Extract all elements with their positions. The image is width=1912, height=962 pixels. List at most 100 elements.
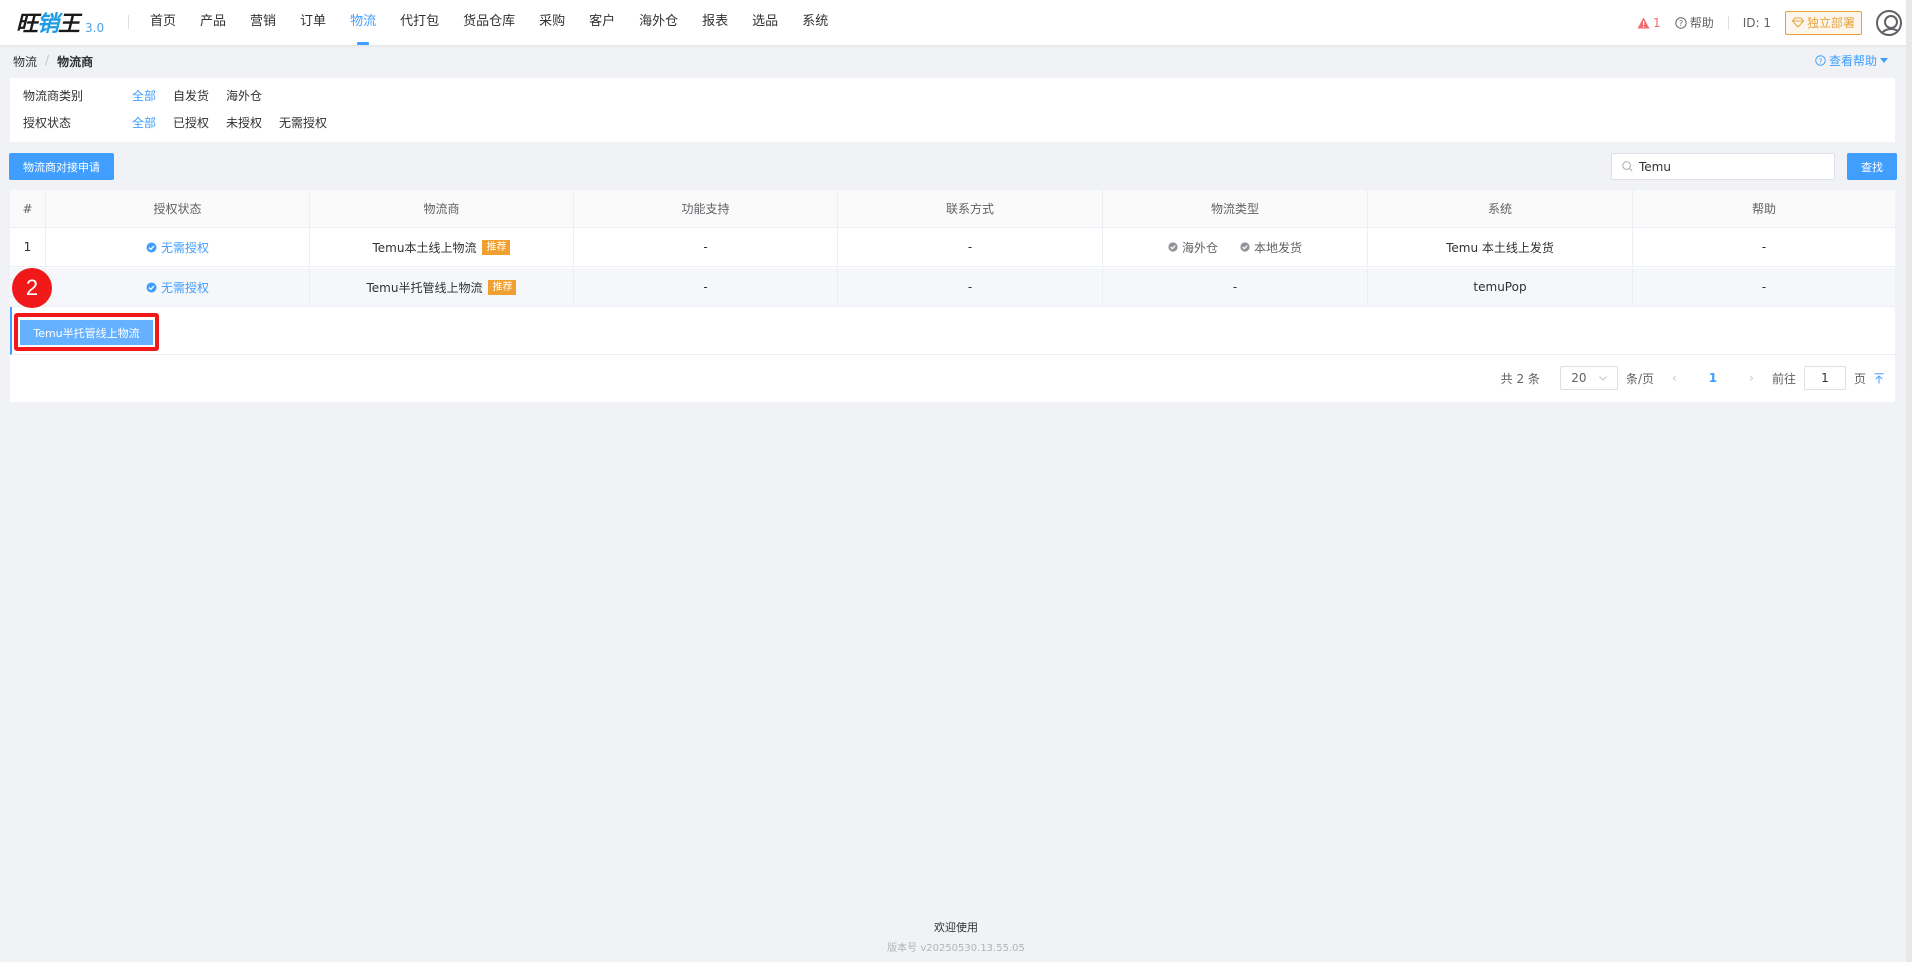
filter-row-category: 物流商类别 全部 自发货 海外仓 <box>23 87 279 104</box>
auth-status-label: 无需授权 <box>160 240 209 255</box>
provider-cell: Temu本土线上物流 推荐 <box>310 228 574 266</box>
breadcrumb: 物流 / 物流商 <box>13 53 93 70</box>
deploy-label: 独立部署 <box>1806 16 1855 30</box>
provider-cell: Temu半托管线上物流 推荐 <box>310 268 574 306</box>
page-number-current[interactable]: 1 <box>1695 371 1731 385</box>
breadcrumb-separator: / <box>45 53 50 67</box>
question-circle-icon: ? <box>1815 55 1826 66</box>
page-size-select[interactable]: 20 <box>1559 366 1618 390</box>
check-circle-icon <box>146 282 157 292</box>
user-avatar-icon[interactable] <box>1876 9 1902 36</box>
help-cell: - <box>1761 280 1767 294</box>
goto-label: 前往 <box>1771 371 1796 386</box>
nav-item-warehouse[interactable]: 货品仓库 <box>451 0 527 45</box>
nav-item-system[interactable]: 系统 <box>790 0 840 45</box>
svg-text:?: ? <box>1819 56 1823 65</box>
app-logo[interactable]: 旺销王 3.0 <box>16 8 104 38</box>
breadcrumb-current: 物流商 <box>57 55 94 69</box>
system-cell: Temu 本土线上发货 <box>1368 228 1633 266</box>
per-page-label: 条/页 <box>1625 371 1654 386</box>
filter-option-all[interactable]: 全部 <box>132 87 156 104</box>
filter-option-overseas[interactable]: 海外仓 <box>226 87 262 104</box>
top-navbar: 旺销王 3.0 首页 产品 营销 订单 物流 代打包 货品仓库 采购 客户 海外… <box>0 0 1912 45</box>
page-help-link[interactable]: ? 查看帮助 <box>1815 52 1888 69</box>
recommend-badge: 推荐 <box>482 239 511 255</box>
apply-integration-button[interactable]: 物流商对接申请 <box>9 153 114 180</box>
filter-option-self-ship[interactable]: 自发货 <box>173 87 209 104</box>
nav-item-products[interactable]: 产品 <box>188 0 238 45</box>
total-count: 共 2 条 <box>1500 371 1540 386</box>
system-cell: temuPop <box>1368 268 1633 306</box>
nav-item-overseas[interactable]: 海外仓 <box>627 0 690 45</box>
nav-item-purchase[interactable]: 采购 <box>527 0 577 45</box>
user-id: ID: 1 <box>1742 15 1771 30</box>
deploy-button[interactable]: 独立部署 <box>1784 10 1862 35</box>
type-local: 本地发货 <box>1240 239 1302 256</box>
help-cell: - <box>1761 240 1767 254</box>
caret-down-icon <box>1880 57 1888 63</box>
alert-count: 1 <box>1653 15 1661 30</box>
search-input[interactable] <box>1639 159 1819 174</box>
filter-panel: 物流商类别 全部 自发货 海外仓 授权状态 全部 已授权 未授权 无需授权 <box>10 78 1895 142</box>
search-input-wrapper[interactable] <box>1611 153 1835 180</box>
warning-icon <box>1637 17 1650 28</box>
auth-cell: 无需授权 <box>46 228 310 266</box>
nav-item-marketing[interactable]: 营销 <box>238 0 288 45</box>
auth-status[interactable]: 无需授权 <box>146 239 209 256</box>
row-index: 1 <box>10 228 46 266</box>
table-row[interactable]: 2 无需授权 Temu半托管线上物流 推荐 - - - temuPop - <box>10 268 1895 307</box>
back-to-top-icon[interactable] <box>1874 372 1884 384</box>
column-header-index: # <box>10 190 46 227</box>
filter-option-all[interactable]: 全部 <box>132 114 156 131</box>
auth-status[interactable]: 无需授权 <box>146 279 209 296</box>
check-circle-icon <box>146 242 157 252</box>
nav-item-home[interactable]: 首页 <box>138 0 188 45</box>
check-circle-icon <box>1240 242 1250 252</box>
nav-item-packing[interactable]: 代打包 <box>388 0 451 45</box>
column-header-help: 帮助 <box>1751 202 1776 216</box>
filter-row-auth: 授权状态 全部 已授权 未授权 无需授权 <box>23 114 344 131</box>
nav-item-reports[interactable]: 报表 <box>690 0 740 45</box>
next-page-icon[interactable]: › <box>1739 371 1764 385</box>
row-expand-panel <box>10 307 1895 355</box>
check-circle-icon <box>1168 242 1178 252</box>
provider-expand-button[interactable]: Temu半托管线上物流 <box>20 320 153 345</box>
step-number-badge: 2 <box>12 268 52 308</box>
prev-page-icon[interactable]: ‹ <box>1662 371 1687 385</box>
nav-item-logistics[interactable]: 物流 <box>338 0 388 45</box>
logo-text: 旺销王 <box>16 11 80 37</box>
footer-welcome: 欢迎使用 <box>934 921 978 934</box>
page-size-value: 20 <box>1571 371 1587 385</box>
nav-item-selection[interactable]: 选品 <box>740 0 790 45</box>
pagination: 共 2 条 20 条/页 ‹ 1 › 前往 1 页 <box>1501 366 1884 390</box>
header-actions: 1 ? 帮助 ID: 1 独立部署 <box>1637 0 1902 45</box>
nav-item-orders[interactable]: 订单 <box>288 0 338 45</box>
page-scrollbar[interactable] <box>1906 0 1912 962</box>
page-unit-label: 页 <box>1853 371 1866 386</box>
filter-label-category: 物流商类别 <box>23 89 84 103</box>
filter-option-no-auth-needed[interactable]: 无需授权 <box>279 114 327 131</box>
feature-cell: - <box>574 228 838 266</box>
search-button[interactable]: 查找 <box>1847 153 1897 180</box>
alert-indicator[interactable]: 1 <box>1637 16 1661 30</box>
search-icon <box>1622 161 1633 172</box>
column-header-feature: 功能支持 <box>574 190 838 227</box>
filter-option-unauthorized[interactable]: 未授权 <box>226 114 262 131</box>
type-local-label: 本地发货 <box>1254 240 1303 255</box>
feature-cell: - <box>574 268 838 306</box>
help-label: 帮助 <box>1689 16 1714 30</box>
table-header: # 授权状态 物流商 功能支持 联系方式 物流类型 系统 帮助 <box>10 190 1895 228</box>
auth-status-label: 无需授权 <box>160 280 209 295</box>
column-header-type: 物流类型 <box>1103 190 1368 227</box>
type-overseas: 海外仓 <box>1168 239 1218 256</box>
breadcrumb-parent[interactable]: 物流 <box>13 53 37 70</box>
provider-name: Temu半托管线上物流 <box>366 280 483 295</box>
help-link[interactable]: ? 帮助 <box>1674 14 1714 31</box>
auth-cell: 无需授权 <box>46 268 310 306</box>
chevron-down-icon <box>1598 375 1607 381</box>
filter-option-authorized[interactable]: 已授权 <box>173 114 209 131</box>
table-row: 1 无需授权 Temu本土线上物流 推荐 - - 海外仓 本地发货 Temu 本… <box>10 228 1895 267</box>
question-circle-icon: ? <box>1674 16 1687 29</box>
goto-page-input[interactable]: 1 <box>1803 366 1846 390</box>
nav-item-customers[interactable]: 客户 <box>577 0 627 45</box>
